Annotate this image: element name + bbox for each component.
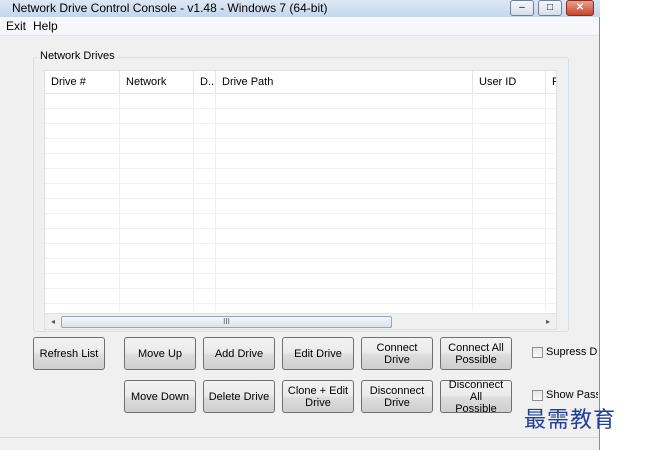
menu-bar: Exit Help — [0, 17, 599, 36]
suppress-checkbox-label: Supress Dri — [546, 347, 598, 358]
list-header: Drive # Network D.. Drive Path User ID P — [45, 71, 556, 94]
column-d[interactable]: D.. — [194, 71, 216, 93]
connect-all-possible-label-line2: Possible — [455, 353, 497, 366]
minimize-icon: – — [519, 2, 525, 13]
disconnect-drive-button[interactable]: Disconnect Drive — [361, 380, 433, 413]
column-user-id[interactable]: User ID — [473, 71, 546, 93]
horizontal-scrollbar[interactable]: ◂ III ▸ — [45, 313, 556, 329]
main-window: Network Drive Control Console - v1.48 - … — [0, 0, 600, 450]
menu-exit[interactable]: Exit — [6, 19, 26, 33]
add-drive-label: Add Drive — [214, 347, 264, 360]
clone-edit-label-line1: Clone + Edit — [287, 384, 349, 397]
disconnect-all-label-line2: Possible — [455, 402, 497, 415]
column-network[interactable]: Network — [120, 71, 194, 93]
delete-drive-label: Delete Drive — [208, 390, 270, 403]
bottom-divider — [0, 437, 599, 438]
connect-all-possible-label-line1: Connect All — [448, 341, 504, 354]
column-p[interactable]: P — [546, 71, 556, 93]
move-up-button[interactable]: Move Up — [124, 337, 196, 370]
connect-drive-label: Connect Drive — [376, 341, 418, 366]
close-icon: ✕ — [575, 2, 585, 13]
maximize-button[interactable]: □ — [538, 0, 562, 16]
menu-help[interactable]: Help — [33, 19, 58, 33]
scroll-right-arrow-icon[interactable]: ▸ — [540, 314, 556, 329]
connect-all-possible-button[interactable]: Connect All Possible — [440, 337, 512, 370]
edit-drive-label: Edit Drive — [294, 347, 342, 360]
close-button[interactable]: ✕ — [566, 0, 594, 16]
move-down-button[interactable]: Move Down — [124, 380, 196, 413]
title-bar[interactable]: Network Drive Control Console - v1.48 - … — [0, 0, 600, 17]
scroll-grip-icon: III — [223, 317, 230, 326]
suppress-checkbox[interactable]: Supress Dri — [532, 347, 598, 361]
show-password-checkbox-box[interactable] — [532, 390, 543, 401]
suppress-checkbox-box[interactable] — [532, 347, 543, 358]
column-drive-number[interactable]: Drive # — [45, 71, 120, 93]
clone-edit-drive-button[interactable]: Clone + Edit Drive — [282, 380, 354, 413]
add-drive-button[interactable]: Add Drive — [203, 337, 275, 370]
refresh-list-button[interactable]: Refresh List — [33, 337, 105, 370]
clone-edit-label-line2: Drive — [305, 396, 331, 409]
drives-list[interactable]: Drive # Network D.. Drive Path User ID P… — [44, 70, 557, 330]
scroll-thumb[interactable]: III — [61, 316, 392, 328]
move-down-label: Move Down — [130, 390, 190, 403]
scroll-left-arrow-icon[interactable]: ◂ — [45, 314, 61, 329]
disconnect-all-possible-button[interactable]: Disconnect All Possible — [440, 378, 512, 415]
show-password-checkbox-label: Show Passw — [546, 390, 598, 401]
disconnect-all-label-line1: Disconnect All — [448, 378, 504, 403]
disconnect-drive-label-line1: Disconnect — [369, 384, 425, 397]
disconnect-drive-label-line2: Drive — [384, 396, 410, 409]
maximize-icon: □ — [546, 2, 554, 13]
refresh-list-label: Refresh List — [39, 347, 99, 360]
connect-drive-button[interactable]: Connect Drive — [361, 337, 433, 370]
edit-drive-button[interactable]: Edit Drive — [282, 337, 354, 370]
group-label: Network Drives — [37, 50, 118, 62]
window-title: Network Drive Control Console - v1.48 - … — [12, 1, 328, 15]
delete-drive-button[interactable]: Delete Drive — [203, 380, 275, 413]
watermark-text: 最需教育 — [524, 408, 617, 433]
minimize-button[interactable]: – — [510, 0, 534, 16]
column-drive-path[interactable]: Drive Path — [216, 71, 473, 93]
move-up-label: Move Up — [137, 347, 183, 360]
